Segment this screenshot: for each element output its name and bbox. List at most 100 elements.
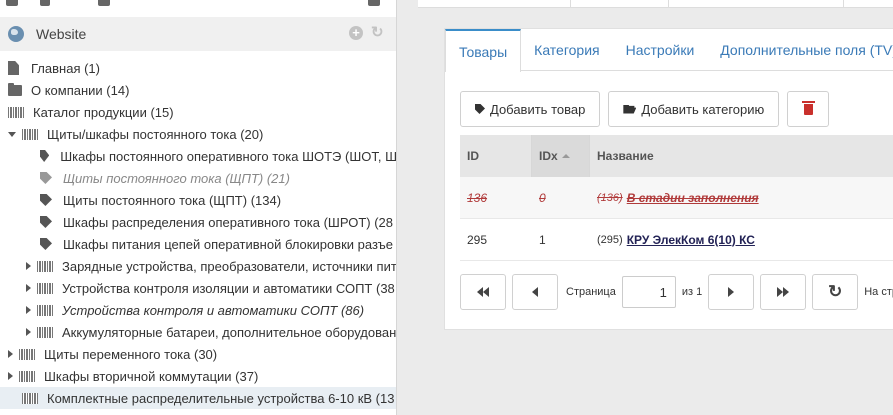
tree-node[interactable]: Щиты переменного тока (30) [0, 343, 396, 365]
main-panel: Товары Категория Настройки Дополнительные п… [418, 0, 893, 415]
tab-item[interactable]: Настройки [613, 29, 708, 71]
tree-node-label: Устройства контроля и автоматики СОПТ (8… [62, 302, 365, 318]
page-count-label: из 1 [681, 286, 703, 298]
item-link[interactable]: КРУ ЭлекКом 6(10) КС [627, 233, 755, 247]
products-grid: ID IDx Название 136 0 (136) В стадии заполн… [460, 135, 893, 261]
catalog-card: Товары Категория Настройки Дополнительные п… [444, 28, 893, 330]
page-input[interactable] [621, 276, 676, 308]
tree-node[interactable]: О компании (14) [0, 79, 396, 101]
refresh-icon[interactable]: ↻ [371, 25, 385, 40]
add-category-button[interactable]: Добавить категорию [608, 91, 780, 127]
grid-header: ID IDx Название [460, 135, 893, 177]
column-id-label: ID [467, 149, 479, 163]
sort-asc-icon [561, 154, 570, 158]
first-page-button[interactable] [460, 274, 506, 310]
caret-right-icon[interactable] [26, 262, 31, 270]
reload-button[interactable]: ↻ [812, 274, 859, 310]
tab-item[interactable]: Товары [445, 29, 522, 72]
tree-node[interactable]: Каталог продукции (15) [0, 101, 396, 123]
reload-icon: ↻ [828, 282, 843, 301]
cell-name: (295) КРУ ЭлекКом 6(10) КС [590, 219, 893, 261]
barcode-icon [37, 260, 53, 272]
caret-right-icon[interactable] [26, 306, 31, 314]
barcode-icon [37, 304, 53, 316]
per-page-label: На стр [864, 286, 893, 298]
barcode-icon [8, 106, 24, 118]
tree-node[interactable]: Зарядные устройства, преобразователи, ис… [0, 255, 397, 277]
tag-icon [40, 150, 50, 162]
tree-node-label: Щиты переменного тока (30) [44, 346, 218, 362]
tree-node-label: Щиты/шкафы постоянного тока (20) [47, 126, 264, 142]
item-code: (136) [597, 191, 623, 204]
item-link[interactable]: В стадии заполнения [627, 191, 759, 205]
caret-right-icon[interactable] [26, 284, 31, 292]
prev-page-button[interactable] [512, 274, 558, 310]
barcode-icon [37, 282, 53, 294]
page-label: Страница [566, 286, 616, 298]
caret-right-icon[interactable] [26, 328, 31, 336]
tree-node[interactable]: Аккумуляторные батареи, дополнительное о… [0, 321, 396, 343]
table-row[interactable]: 136 0 (136) В стадии заполнения [460, 177, 893, 219]
link-icon[interactable] [40, 0, 50, 6]
tree-node[interactable]: Устройства контроля и автоматики СОПТ (8… [0, 299, 396, 321]
column-id[interactable]: ID [460, 135, 532, 177]
calendar-icon[interactable] [368, 0, 380, 6]
tree-node[interactable]: Шкафы распределения оперативного тока (Ш… [0, 211, 396, 233]
tree-node-label: Шкафы вторичной коммутации (37) [44, 368, 259, 384]
tree-node-label: Главная (1) [31, 60, 100, 76]
tree-node-label: Зарядные устройства, преобразователи, ис… [62, 258, 397, 274]
cell-name: (136) В стадии заполнения [590, 177, 893, 219]
tree-node-label: Щиты постоянного тока (ЩПТ) (134) [63, 192, 282, 208]
add-product-button[interactable]: Добавить товар [460, 91, 601, 127]
tree-node[interactable]: Главная (1) [0, 57, 396, 79]
tree-node-label: Шкафы постоянного оперативного тока ШОТЭ… [60, 148, 397, 164]
tree-node[interactable]: Щиты постоянного тока (ЩПТ) (134) [0, 189, 396, 211]
tag-icon [40, 194, 52, 206]
barcode-icon [19, 370, 35, 382]
grid-body: 136 0 (136) В стадии заполнения 295 1 (295) КРУ… [460, 177, 893, 261]
item-code: (295) [597, 233, 623, 246]
tree-node[interactable]: Устройства контроля изоляции и автоматик… [0, 277, 396, 299]
file-icon [8, 61, 19, 75]
column-name-label: Название [597, 149, 654, 163]
tag-icon [40, 172, 52, 184]
site-tree-panel: Website + ↻ Главная (1) О компании (14) Ка… [0, 0, 397, 415]
tree-node[interactable]: Комплектные распределительные устройства… [0, 387, 396, 409]
barcode-icon [22, 128, 38, 140]
tree-node[interactable]: Щиты постоянного тока (ЩПТ) (21) [0, 167, 396, 189]
tag-icon [475, 104, 485, 114]
column-idx[interactable]: IDx [532, 135, 590, 177]
cell-idx: 0 [539, 190, 546, 205]
top-strip [418, 0, 893, 8]
folder-icon [8, 82, 22, 96]
document-icon[interactable] [98, 0, 110, 6]
tab-bar: Товары Категория Настройки Дополнительные п… [445, 29, 893, 72]
column-name[interactable]: Название [590, 135, 893, 177]
cell-idx: 1 [539, 232, 546, 247]
tag-icon [40, 216, 52, 228]
delete-button[interactable] [787, 91, 830, 127]
tag-icon [40, 238, 52, 250]
caret-right-icon[interactable] [8, 372, 13, 380]
folder-open-icon [623, 104, 637, 114]
next-page-button[interactable] [708, 274, 755, 310]
cell-id: 295 [467, 232, 488, 247]
resource-tree: Главная (1) О компании (14) Каталог продук… [0, 57, 397, 409]
caret-down-icon[interactable] [8, 131, 16, 137]
add-circle-icon[interactable]: + [349, 26, 363, 40]
cell-id: 136 [467, 190, 488, 205]
tab-item[interactable]: Категория [521, 29, 612, 71]
tree-node[interactable]: Шкафы питания цепей оперативной блокиров… [0, 233, 396, 255]
tree-node[interactable]: Щиты/шкафы постоянного тока (20) [0, 123, 396, 145]
tree-node-label: Устройства контроля изоляции и автоматик… [62, 280, 395, 296]
folder-icon[interactable] [6, 0, 18, 6]
site-header[interactable]: Website + ↻ [0, 17, 396, 51]
tree-node[interactable]: Шкафы постоянного оперативного тока ШОТЭ… [0, 145, 397, 167]
caret-right-icon[interactable] [8, 350, 13, 358]
tree-node-label: Шкафы питания цепей оперативной блокиров… [63, 236, 393, 252]
table-row[interactable]: 295 1 (295) КРУ ЭлекКом 6(10) КС [460, 219, 893, 261]
tree-node-label: Комплектные распределительные устройства… [47, 390, 395, 406]
tab-item[interactable]: Дополнительные поля (TV) [707, 29, 893, 71]
tree-node[interactable]: Шкафы вторичной коммутации (37) [0, 365, 396, 387]
last-page-button[interactable] [760, 274, 807, 310]
